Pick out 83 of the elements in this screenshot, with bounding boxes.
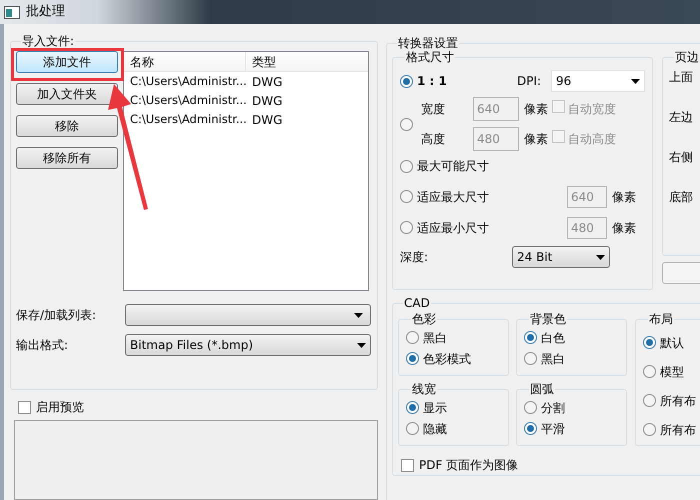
window-icon — [4, 6, 20, 18]
radio-button[interactable] — [524, 401, 537, 414]
group-title: 导入文件: — [21, 34, 76, 48]
table-cell-text: C:\Users\Administr... — [129, 92, 246, 109]
checkbox-label: 自动宽度 — [568, 101, 616, 118]
option-label: 分割 — [541, 400, 565, 416]
action-button[interactable]: 加入文件夹 — [16, 83, 118, 105]
field-label: 保存/加载列表: — [16, 307, 98, 324]
radio-button[interactable] — [524, 422, 537, 435]
action-button[interactable]: 移除 — [16, 115, 118, 137]
option-label: 色彩模式 — [423, 350, 471, 368]
caret-icon — [354, 312, 363, 318]
unit-label: 像素 — [612, 188, 636, 206]
group-title: CAD — [403, 296, 431, 310]
option-label: 所有布 — [660, 392, 696, 410]
field-label: 宽度 — [421, 101, 446, 118]
option-label: 白色 — [541, 330, 565, 346]
unit-label: 像素 — [612, 220, 636, 236]
radio-button[interactable] — [643, 365, 656, 378]
format-dropdown[interactable]: Bitmap Files (*.bmp) — [125, 334, 371, 356]
radio-button[interactable] — [406, 422, 419, 435]
dpi-dropdown[interactable]: 96 — [551, 70, 645, 92]
radio-button[interactable] — [524, 331, 537, 344]
table-cell-text: DWG — [251, 112, 282, 128]
radio-button[interactable] — [406, 401, 419, 414]
radio-button[interactable] — [524, 352, 537, 365]
checkbox-label: PDF 页面作为图像 — [419, 457, 518, 474]
checkbox[interactable] — [401, 458, 414, 472]
option-label: 所有布 — [660, 422, 696, 438]
column-header[interactable]: 类型 — [246, 52, 282, 71]
radio-button[interactable] — [400, 74, 413, 88]
radio-button[interactable] — [406, 331, 419, 344]
list-dropdown[interactable] — [125, 304, 371, 326]
checkbox-label: 自动高度 — [568, 131, 616, 148]
table-cell-text: DWG — [251, 92, 282, 110]
option-label: 1 : 1 — [417, 73, 448, 90]
margin-label: 左边 — [669, 109, 694, 126]
dpi-label: DPI: — [517, 73, 542, 90]
margin-label: 上面 — [669, 69, 694, 86]
option-label: 默认 — [660, 334, 684, 352]
table-cell-text: C:\Users\Administr... — [129, 110, 246, 128]
group-title: 线宽 — [411, 382, 437, 396]
option-label: 模型 — [660, 364, 684, 380]
group-title: 格式尺寸 — [405, 50, 455, 64]
caret-icon — [596, 254, 605, 260]
radio-button[interactable] — [400, 160, 413, 172]
field-label: 深度: — [400, 249, 430, 266]
group-title: 布局 — [648, 312, 674, 326]
option-label: 适应最大尺寸 — [417, 188, 490, 206]
action-button[interactable]: 移除所有 — [16, 147, 118, 169]
radio-button[interactable] — [400, 118, 413, 130]
group-title: 背景色 — [529, 312, 567, 326]
option-label: 适应最小尺寸 — [417, 220, 490, 236]
group-title: 色彩 — [411, 312, 437, 326]
action-button[interactable]: 添加文件 — [16, 51, 118, 73]
field-label: 输出格式: — [16, 337, 70, 354]
margin-label: 底部 — [669, 189, 694, 206]
option-label: 黑白 — [423, 330, 447, 346]
caret-icon — [631, 78, 640, 84]
checkbox-label: 启用预览 — [36, 399, 84, 416]
table-cell-text: DWG — [251, 74, 282, 90]
checkbox[interactable] — [18, 400, 31, 414]
table-cell-text: C:\Users\Administr... — [129, 72, 246, 90]
caret-icon — [357, 342, 366, 348]
field-label: 高度 — [421, 131, 446, 148]
depth-dropdown[interactable]: 24 Bit — [512, 246, 610, 268]
option-label: 黑白 — [541, 350, 565, 368]
radio-button[interactable] — [643, 394, 656, 407]
radio-button[interactable] — [406, 352, 419, 365]
option-label: 平滑 — [541, 420, 565, 438]
group-title: 页边 — [674, 50, 700, 64]
margin-label: 右侧 — [669, 149, 694, 166]
column-header[interactable]: 名称 — [124, 52, 246, 71]
unit-label: 像素 — [524, 101, 548, 118]
option-label: 隐藏 — [423, 420, 447, 438]
unit-label: 像素 — [524, 131, 548, 148]
radio-button[interactable] — [643, 423, 656, 436]
option-label: 显示 — [423, 400, 447, 416]
group-title: 圆弧 — [529, 382, 555, 396]
window-title: 批处理 — [26, 3, 65, 22]
radio-button[interactable] — [643, 336, 656, 349]
option-label: 最大可能尺寸 — [417, 158, 489, 175]
group-title: 转换器设置 — [397, 36, 459, 50]
